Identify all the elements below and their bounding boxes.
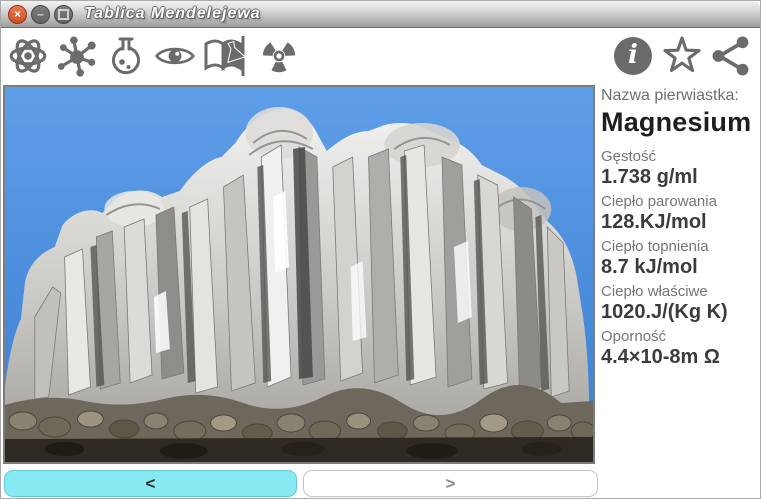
flask-icon[interactable]: [105, 35, 147, 77]
property-label: Ciepło topnienia: [601, 238, 709, 255]
property-value: 1020.J/(Kg K): [601, 301, 728, 323]
element-info-panel: Nazwa pierwiastka: Magnesium Gęstość 1.7…: [601, 87, 759, 373]
previous-element-button[interactable]: <: [4, 470, 297, 497]
share-icon[interactable]: [710, 35, 752, 77]
maximize-icon[interactable]: [54, 4, 73, 24]
property-specific-heat: Ciepło właściwe 1020.J/(Kg K): [601, 283, 759, 324]
property-value: 4.4×10-8m Ω: [601, 346, 720, 368]
eye-icon[interactable]: [154, 35, 196, 77]
minimize-icon[interactable]: –: [31, 4, 50, 24]
property-heat-of-fusion: Ciepło topnienia 8.7 kJ/mol: [601, 238, 759, 279]
app-window: × – Tablica Mendelejewa i Nazwa pierwias…: [0, 0, 761, 499]
element-name: Magnesium: [601, 107, 752, 137]
info-icon[interactable]: i: [612, 35, 654, 77]
property-label: Gęstość: [601, 148, 657, 165]
property-value: 128.KJ/mol: [601, 211, 707, 233]
toolbar-right-group: i: [612, 35, 760, 77]
property-heat-of-vaporization: Ciepło parowania 128.KJ/mol: [601, 193, 759, 234]
property-resistivity: Oporność 4.4×10-8m Ω: [601, 328, 759, 369]
property-value: 1.738 g/ml: [601, 166, 698, 188]
atom-icon[interactable]: [7, 35, 49, 77]
property-label: Ciepło parowania: [601, 193, 717, 210]
toolbar-left-group: [1, 35, 300, 77]
maximize-square-glyph: [58, 8, 69, 20]
favorite-star-icon[interactable]: [661, 35, 703, 77]
toolbar: i: [1, 28, 760, 84]
title-bar[interactable]: × – Tablica Mendelejewa: [1, 1, 760, 28]
chemistry-book-icon[interactable]: [203, 35, 251, 77]
close-icon[interactable]: ×: [8, 4, 27, 24]
property-label: Ciepło właściwe: [601, 283, 708, 300]
element-name-label: Nazwa pierwiastka:: [601, 87, 739, 104]
radiation-icon[interactable]: [258, 35, 300, 77]
next-element-button[interactable]: >: [303, 470, 598, 497]
element-photo: [3, 85, 595, 464]
property-density: Gęstość 1.738 g/ml: [601, 148, 759, 189]
property-value: 8.7 kJ/mol: [601, 256, 698, 278]
property-label: Oporność: [601, 328, 667, 345]
window-title: Tablica Mendelejewa: [84, 5, 261, 22]
molecule-icon[interactable]: [56, 35, 98, 77]
